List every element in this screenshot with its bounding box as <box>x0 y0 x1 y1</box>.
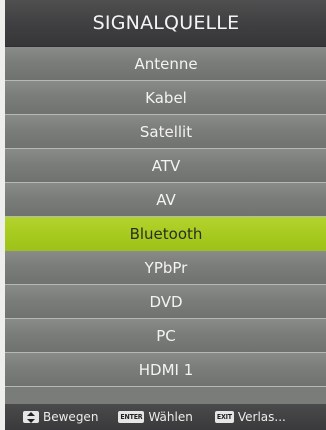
source-item-dvd[interactable]: DVD <box>5 285 326 319</box>
exit-key-icon: EXIT <box>214 411 234 423</box>
move-label: Bewegen <box>43 410 99 424</box>
source-item-hdmi1[interactable]: HDMI 1 <box>5 353 326 387</box>
menu-title: SIGNALQUELLE <box>5 0 326 47</box>
source-item-av[interactable]: AV <box>5 183 326 217</box>
move-hint: Bewegen <box>23 410 98 424</box>
source-item-pc[interactable]: PC <box>5 319 326 353</box>
exit-label: Verlas... <box>237 410 286 424</box>
exit-hint: EXIT Verlas... <box>214 410 286 424</box>
up-down-arrows-icon <box>23 411 39 423</box>
source-item-ypbpr[interactable]: YPbPr <box>5 251 326 285</box>
select-hint: ENTER Wählen <box>118 410 193 424</box>
enter-key-icon: ENTER <box>118 411 145 423</box>
source-item-bluetooth[interactable]: Bluetooth <box>5 217 326 251</box>
help-bar: Bewegen ENTER Wählen EXIT Verlas... <box>5 404 326 430</box>
select-label: Wählen <box>148 410 193 424</box>
source-list: Antenne Kabel Satellit ATV AV Bluetooth … <box>5 47 326 387</box>
source-item-antenne[interactable]: Antenne <box>5 47 326 81</box>
source-item-kabel[interactable]: Kabel <box>5 81 326 115</box>
source-item-satellit[interactable]: Satellit <box>5 115 326 149</box>
source-item-atv[interactable]: ATV <box>5 149 326 183</box>
signal-source-menu: SIGNALQUELLE Antenne Kabel Satellit ATV … <box>5 0 326 404</box>
tv-screen: SIGNALQUELLE Antenne Kabel Satellit ATV … <box>0 0 326 430</box>
